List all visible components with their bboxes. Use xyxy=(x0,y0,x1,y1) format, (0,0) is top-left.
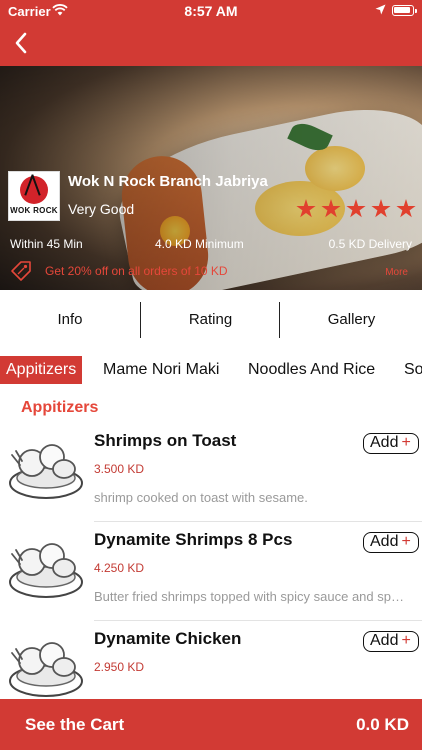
food-plate-icon xyxy=(9,543,83,598)
food-plate-icon xyxy=(9,642,83,697)
tab-info[interactable]: Info xyxy=(0,300,140,340)
item-description: shrimp cooked on toast with sesame. xyxy=(94,490,308,505)
cart-label: See the Cart xyxy=(25,715,125,734)
star-icon xyxy=(296,199,316,218)
tab-divider xyxy=(279,302,280,338)
restaurant-tabs: Info Rating Gallery xyxy=(0,300,422,340)
add-label: Add xyxy=(370,632,399,649)
minimum-order: 4.0 KD Minimum xyxy=(155,237,244,251)
item-title: Dynamite Chicken xyxy=(94,629,242,648)
tab-rating[interactable]: Rating xyxy=(141,300,280,340)
menu-item[interactable]: Shrimps on Toast 3.500 KD shrimp cooked … xyxy=(0,423,422,522)
add-button[interactable]: Add + xyxy=(363,433,419,454)
star-icon xyxy=(371,199,391,218)
star-icon xyxy=(321,199,341,218)
item-price: 3.500 KD xyxy=(94,462,145,476)
offer-tag-icon xyxy=(11,261,31,281)
tab-gallery[interactable]: Gallery xyxy=(281,300,422,340)
item-title: Dynamite Shrimps 8 Pcs xyxy=(94,530,293,549)
logo-text: WOK ROCK xyxy=(10,206,58,215)
delivery-time: Within 45 Min xyxy=(10,237,83,251)
section-title: Appitizers xyxy=(21,399,99,416)
add-button[interactable]: Add + xyxy=(363,532,419,553)
category-noodles-and-rice[interactable]: Noodles And Rice xyxy=(242,356,381,384)
star-icon xyxy=(346,199,366,218)
category-mame-nori-maki[interactable]: Mame Nori Maki xyxy=(97,356,225,384)
restaurant-quality: Very Good xyxy=(68,201,135,217)
more-link[interactable]: More xyxy=(385,267,408,278)
clock-time: 8:57 AM xyxy=(184,3,238,19)
category-scroller[interactable]: Appitizers Mame Nori Maki Noodles And Ri… xyxy=(0,356,422,384)
cart-total: 0.0 KD xyxy=(356,715,409,734)
item-description: Butter fried shrimps topped with spicy s… xyxy=(94,589,404,604)
plus-icon: + xyxy=(401,632,411,649)
plus-icon: + xyxy=(401,434,411,451)
battery-icon xyxy=(392,5,417,16)
add-label: Add xyxy=(370,434,399,451)
star-icon xyxy=(396,199,416,218)
offer-text[interactable]: Get 20% off on all orders of 10 KD xyxy=(45,264,228,278)
back-chevron-icon[interactable] xyxy=(8,28,38,58)
see-cart-button[interactable]: See the Cart 0.0 KD xyxy=(0,699,422,750)
rating-stars xyxy=(296,199,416,223)
item-title: Shrimps on Toast xyxy=(94,431,237,450)
category-appitizers[interactable]: Appitizers xyxy=(0,356,83,384)
restaurant-logo: WOK ROCK xyxy=(8,171,60,221)
food-plate-icon xyxy=(9,444,83,499)
status-bar: Carrier 8:57 AM xyxy=(0,0,422,22)
plus-icon: + xyxy=(401,533,411,550)
add-label: Add xyxy=(370,533,399,550)
restaurant-name: Wok N Rock Branch Jabriya xyxy=(68,173,268,190)
delivery-fee: 0.5 KD Delivery xyxy=(328,237,412,251)
menu-item[interactable]: Dynamite Shrimps 8 Pcs 4.250 KD Butter f… xyxy=(0,522,422,621)
item-price: 2.950 KD xyxy=(94,660,145,674)
category-soups[interactable]: Soups xyxy=(398,356,422,384)
location-arrow-icon xyxy=(375,4,386,15)
item-price: 4.250 KD xyxy=(94,561,145,575)
navigation-bar xyxy=(0,22,422,66)
add-button[interactable]: Add + xyxy=(363,631,419,652)
